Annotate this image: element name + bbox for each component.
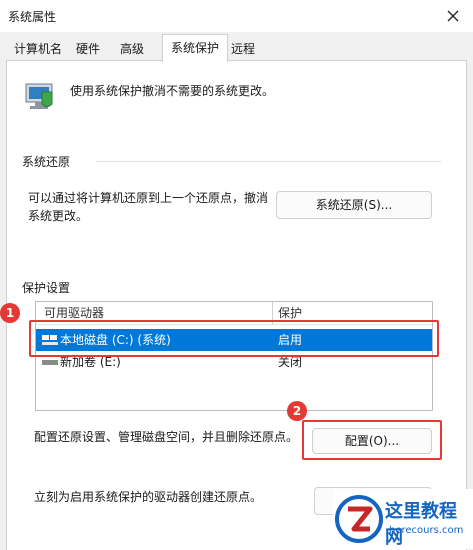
system-restore-button[interactable]: 系统还原(S)... — [276, 191, 432, 219]
annotation-badge-1: 1 — [0, 303, 20, 323]
create-description: 立刻为启用系统保护的驱动器创建还原点。 — [34, 490, 263, 504]
drive-icon — [42, 356, 58, 368]
annotation-highlight-drive — [29, 320, 439, 357]
window-title: 系统属性 — [8, 10, 57, 24]
system-protection-icon — [22, 78, 56, 112]
watermark-url: herecours.com — [389, 525, 464, 536]
watermark: 这里教程网 herecours.com — [333, 489, 473, 549]
restore-description-line2: 系统更改。 — [28, 209, 89, 223]
configure-description: 配置还原设置、管理磁盘空间，并且删除还原点。 — [34, 430, 299, 444]
restore-group-title: 系统还原 — [22, 155, 71, 169]
close-icon[interactable] — [443, 6, 463, 26]
protection-group-title: 保护设置 — [22, 281, 71, 295]
tab-advanced[interactable]: 高级 — [112, 38, 152, 60]
watermark-name: 这里教程网 — [385, 501, 457, 548]
annotation-highlight-configure — [302, 420, 442, 460]
title-bar — [0, 0, 473, 32]
tab-remote[interactable]: 远程 — [228, 38, 258, 60]
tab-hardware[interactable]: 硬件 — [70, 38, 106, 60]
tab-system-protection[interactable]: 系统保护 — [162, 34, 228, 62]
intro-text: 使用系统保护撤消不需要的系统更改。 — [70, 84, 275, 98]
group-divider — [96, 161, 441, 162]
watermark-logo — [333, 493, 385, 545]
tab-computer-name[interactable]: 计算机名 — [10, 38, 66, 60]
annotation-badge-2: 2 — [287, 401, 307, 421]
restore-description-line1: 可以通过将计算机还原到上一个还原点，撤消 — [28, 191, 269, 205]
